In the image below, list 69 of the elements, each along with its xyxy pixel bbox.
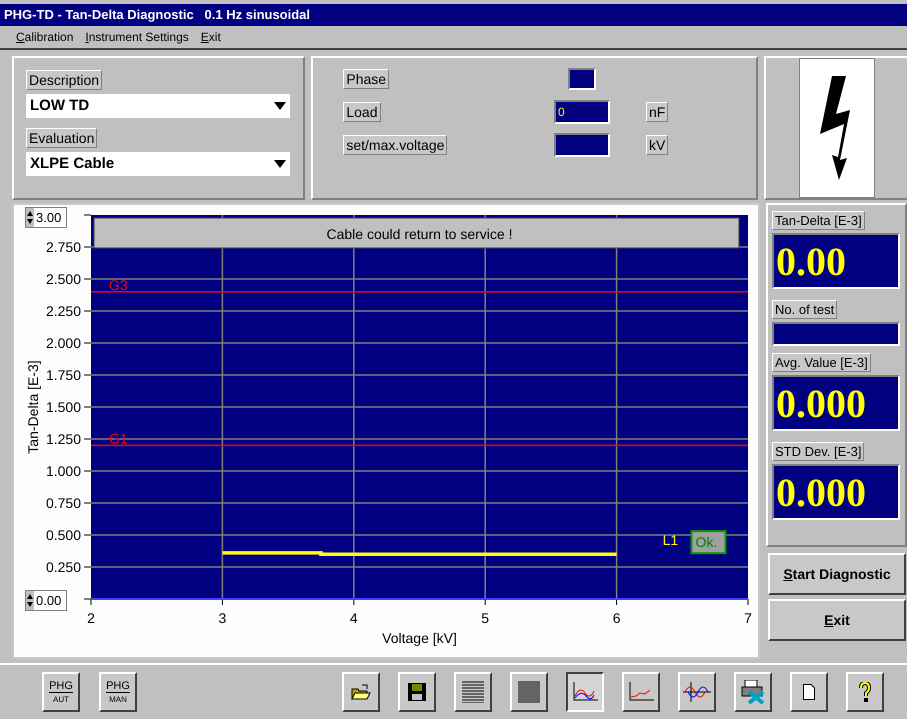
menu-item[interactable]: Exit	[200, 30, 221, 44]
result-display: 0.000	[772, 375, 900, 432]
x-tick-label: 5	[481, 610, 490, 626]
x-tick-label: 7	[744, 610, 752, 626]
result-display: 0.00	[772, 233, 900, 290]
result-label: Avg. Value [E-3]	[772, 353, 871, 372]
voltage-chart-icon	[572, 682, 598, 702]
y-tick-label: 2.500	[46, 271, 81, 288]
result-label: STD Dev. [E-3]	[772, 442, 864, 462]
save-icon	[408, 683, 426, 702]
limit-name: L1	[662, 532, 678, 549]
phase-indicator	[568, 68, 596, 90]
x-tick-label: 4	[350, 610, 358, 626]
caret-icon	[274, 160, 286, 168]
caret-icon	[274, 102, 286, 110]
y-tick-label: 0.250	[46, 559, 81, 576]
spin-arrows-icon	[26, 591, 34, 610]
mode-button[interactable]: PHG AUT	[42, 672, 80, 712]
y-min-spinner[interactable]: 0.00	[25, 590, 67, 612]
y-axis-title: Tan-Delta [E-3]	[25, 360, 41, 454]
action-button[interactable]: Start Diagnostic	[768, 553, 906, 596]
y-tick-label: 2.750	[46, 239, 81, 256]
status-message: Cable could return to service !	[326, 226, 512, 242]
result-label: Tan-Delta [E-3]	[772, 211, 865, 230]
x-tick-label: 2	[87, 610, 95, 626]
sine-wave-icon	[683, 682, 711, 702]
result-label: No. of test	[772, 300, 838, 320]
y-tick-label: 2.000	[46, 335, 81, 352]
action-button[interactable]: Exit	[768, 599, 906, 642]
spin-arrows-icon	[26, 208, 34, 228]
printer-icon	[741, 680, 765, 704]
mode-button[interactable]: PHG MAN	[99, 672, 137, 712]
menu-item[interactable]: Calibration	[16, 30, 74, 44]
field-label: set/max.voltage	[343, 134, 448, 155]
y-tick-label: 1.500	[46, 399, 81, 416]
field-label: Load	[343, 102, 381, 122]
unit-label: kV	[646, 134, 668, 155]
window-title: PHG-TD - Tan-Delta Diagnostic 0.1 Hz sinusoidal	[0, 4, 907, 26]
y-tick-label: 0.750	[46, 495, 81, 512]
open-folder-icon	[351, 684, 371, 700]
menu-item[interactable]: Instrument Settings	[85, 30, 189, 44]
y-max-spinner[interactable]: 3.00	[25, 207, 67, 228]
help-icon	[859, 682, 871, 702]
value-field[interactable]: 0	[554, 100, 610, 124]
value-field[interactable]	[554, 132, 610, 157]
y-tick-label: 1.750	[46, 367, 81, 384]
dropdown[interactable]: LOW TD	[26, 94, 290, 118]
dropdown[interactable]: XLPE Cable	[26, 152, 290, 176]
limit-label: G1	[109, 430, 128, 447]
y-tick-label: 2.250	[46, 303, 81, 320]
limit-label: G3	[109, 277, 128, 294]
field-label: Evaluation	[26, 128, 98, 148]
x-tick-label: 3	[218, 610, 226, 626]
field-label: Phase	[343, 68, 390, 89]
y-tick-label: 1.000	[46, 463, 81, 480]
unit-label: nF	[646, 102, 668, 122]
blank-page-icon	[803, 684, 815, 700]
list-icon	[462, 681, 484, 704]
time-chart-icon	[628, 682, 654, 702]
field-label: Description	[26, 70, 102, 90]
list-icon	[518, 681, 540, 704]
y-tick-label: 1.250	[46, 431, 81, 448]
toolbar-button[interactable]	[566, 672, 604, 712]
result-display: 0.000	[772, 464, 900, 520]
ok-badge-background	[690, 530, 726, 555]
x-tick-label: 6	[612, 610, 620, 626]
ok-badge-text: Ok.	[696, 534, 718, 551]
y-tick-label: 0.500	[46, 527, 81, 544]
x-axis-title: Voltage [kV]	[382, 630, 457, 646]
